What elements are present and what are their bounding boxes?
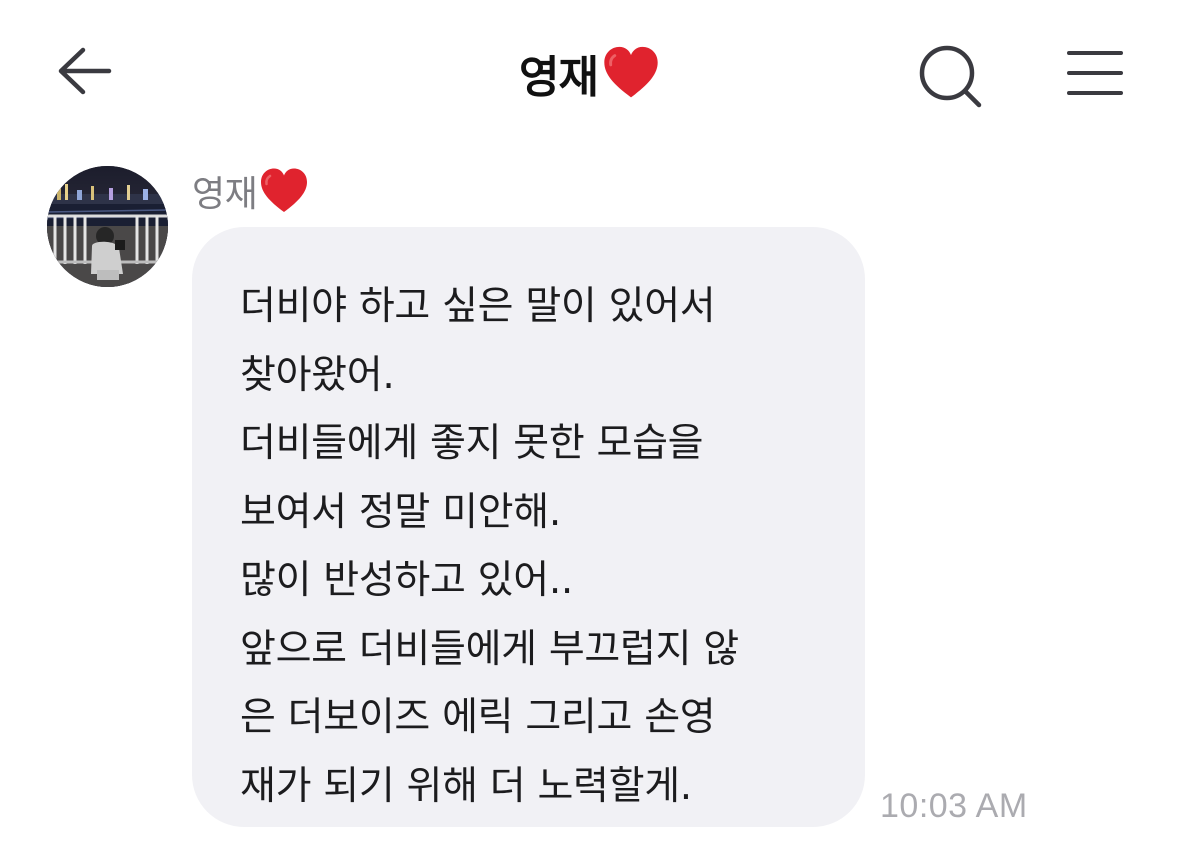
message-timestamp: 10:03 AM [880, 787, 1028, 825]
message-line: 보여서 정말 미안해. [240, 489, 561, 535]
red-heart-icon [261, 168, 308, 212]
red-heart-icon [604, 46, 658, 98]
message-line: 더비야 하고 싶은 말이 있어서 [240, 284, 716, 329]
message-line: 재가 되기 위해 더 노력할게. [240, 763, 692, 809]
back-button[interactable] [50, 38, 116, 104]
sender-name: 영재 [192, 166, 309, 216]
header-bar: 영재 [0, 0, 1179, 140]
menu-button[interactable] [1058, 40, 1132, 106]
arrow-left-icon [58, 47, 112, 95]
avatar[interactable] [47, 166, 168, 287]
message-line: 많이 반성하고 있어.. [240, 558, 574, 603]
message-line: 찾아왔어. [240, 352, 395, 398]
chat-title: 영재 [0, 38, 1179, 108]
message-bubble[interactable]: 더비야 하고 싶은 말이 있어서 찾아왔어. 더비들에게 좋지 못한 모습을 보… [192, 227, 865, 827]
search-icon [919, 45, 982, 108]
message-line: 은 더보이즈 에릭 그리고 손영 [240, 695, 716, 740]
sender-name-text: 영재 [192, 174, 258, 215]
search-button[interactable] [912, 38, 988, 114]
message-line: 앞으로 더비들에게 부끄럽지 않 [240, 626, 739, 672]
chat-title-text: 영재 [519, 52, 599, 103]
hamburger-menu-icon [1067, 51, 1123, 95]
profile-photo-night-river [47, 166, 168, 287]
chat-screen: 영재 영재 더비야 하고 싶은 말이 있어서 찾아왔어. 더비들에게 좋지 못한… [0, 0, 1179, 861]
message-line: 더비들에게 좋지 못한 모습을 [240, 421, 704, 466]
